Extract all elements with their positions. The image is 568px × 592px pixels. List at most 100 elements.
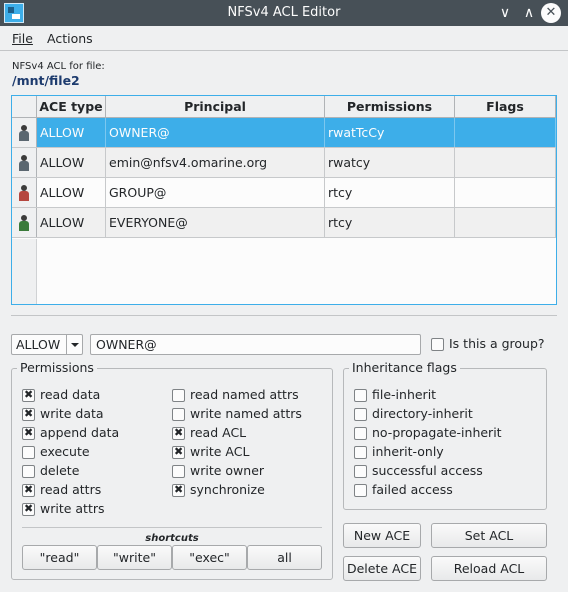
header-ace-type[interactable]: ACE type — [37, 96, 106, 118]
cell-ace-type: ALLOW — [37, 118, 106, 147]
cell-ace-type: ALLOW — [37, 148, 106, 177]
no-propagate-inherit-checkbox[interactable] — [354, 427, 367, 440]
menu-file[interactable]: File — [12, 31, 33, 46]
cell-permissions: rwatcy — [325, 148, 455, 177]
inheritance-title: Inheritance flags — [349, 360, 460, 375]
execute-label: execute — [40, 444, 90, 459]
cell-ace-type: ALLOW — [37, 208, 106, 237]
delete-checkbox[interactable] — [22, 465, 35, 478]
header-flags[interactable]: Flags — [455, 96, 556, 118]
reload-acl-button[interactable]: Reload ACL — [431, 556, 547, 581]
file-inherit-label: file-inherit — [372, 387, 437, 402]
table-row[interactable]: ALLOW OWNER@ rwatTcCy — [12, 118, 556, 148]
delete-ace-button[interactable]: Delete ACE — [343, 556, 421, 581]
no-propagate-inherit-label: no-propagate-inherit — [372, 425, 502, 440]
read-attrs-label: read attrs — [40, 482, 102, 497]
cell-permissions: rtcy — [325, 178, 455, 207]
table-row[interactable]: ALLOW emin@nfsv4.omarine.org rwatcy — [12, 148, 556, 178]
row-header[interactable] — [12, 118, 37, 147]
cell-flags — [455, 118, 556, 147]
row-header[interactable] — [12, 148, 37, 177]
shortcut-all-button[interactable]: all — [247, 545, 322, 570]
cell-permissions: rwatTcCy — [325, 118, 455, 147]
write-owner-label: write owner — [190, 463, 265, 478]
is-group-checkbox[interactable] — [431, 338, 444, 351]
menu-bar: File Actions — [0, 27, 568, 51]
group-icon — [19, 185, 29, 201]
cell-principal: OWNER@ — [106, 118, 325, 147]
successful-access-label: successful access — [372, 463, 483, 478]
menu-file-label: File — [12, 31, 33, 46]
file-path: /mnt/file2 — [12, 73, 80, 88]
header-principal[interactable]: Principal — [106, 96, 325, 118]
write-acl-label: write ACL — [190, 444, 250, 459]
table-row[interactable]: ALLOW GROUP@ rtcy — [12, 178, 556, 208]
successful-access-checkbox[interactable] — [354, 465, 367, 478]
cell-flags — [455, 178, 556, 207]
principal-input[interactable] — [90, 334, 421, 355]
cell-flags — [455, 208, 556, 237]
ace-type-value: ALLOW — [16, 337, 61, 352]
shortcuts-title: shortcuts — [145, 533, 199, 544]
cell-principal: GROUP@ — [106, 178, 325, 207]
directory-inherit-checkbox[interactable] — [354, 408, 367, 421]
failed-access-label: failed access — [372, 482, 453, 497]
shortcuts-separator — [22, 527, 322, 528]
write-named-attrs-label: write named attrs — [190, 406, 302, 421]
new-ace-button[interactable]: New ACE — [343, 523, 421, 548]
read-named-attrs-label: read named attrs — [190, 387, 299, 402]
shortcut-exec-button[interactable]: "exec" — [172, 545, 247, 570]
write-attrs-checkbox[interactable] — [22, 502, 35, 516]
minimize-icon[interactable]: ∨ — [494, 2, 516, 24]
write-acl-checkbox[interactable] — [172, 445, 185, 459]
read-acl-checkbox[interactable] — [172, 426, 185, 440]
is-group-label: Is this a group? — [449, 336, 545, 351]
synchronize-checkbox[interactable] — [172, 483, 185, 497]
header-permissions[interactable]: Permissions — [325, 96, 455, 118]
read-acl-label: read ACL — [190, 425, 247, 440]
ace-type-select[interactable]: ALLOW — [11, 334, 83, 355]
owner-icon — [19, 125, 29, 141]
maximize-icon[interactable]: ∧ — [518, 2, 540, 24]
separator — [11, 315, 557, 316]
window-title: NFSv4 ACL Editor — [227, 5, 341, 20]
inherit-only-checkbox[interactable] — [354, 446, 367, 459]
write-data-label: write data — [40, 406, 104, 421]
cell-principal: emin@nfsv4.omarine.org — [106, 148, 325, 177]
append-data-checkbox[interactable] — [22, 426, 35, 440]
failed-access-checkbox[interactable] — [354, 484, 367, 497]
inherit-only-label: inherit-only — [372, 444, 444, 459]
ace-table[interactable]: ACE type Principal Permissions Flags ALL… — [11, 95, 557, 305]
write-owner-checkbox[interactable] — [172, 465, 185, 478]
chevron-down-icon[interactable] — [66, 335, 82, 354]
row-header[interactable] — [12, 178, 37, 207]
shortcut-read-button[interactable]: "read" — [22, 545, 97, 570]
user-icon — [19, 155, 29, 171]
read-named-attrs-checkbox[interactable] — [172, 389, 185, 402]
menu-actions-label: Actions — [47, 31, 93, 46]
write-named-attrs-checkbox[interactable] — [172, 408, 185, 421]
read-data-label: read data — [40, 387, 101, 402]
table-row[interactable]: ALLOW EVERYONE@ rtcy — [12, 208, 556, 238]
row-header-filler — [12, 239, 37, 304]
cell-ace-type: ALLOW — [37, 178, 106, 207]
close-icon[interactable]: ✕ — [541, 3, 561, 23]
title-bar: NFSv4 ACL Editor ∨ ∧ ✕ — [0, 0, 568, 26]
write-data-checkbox[interactable] — [22, 407, 35, 421]
append-data-label: append data — [40, 425, 120, 440]
permissions-title: Permissions — [17, 360, 97, 375]
read-attrs-checkbox[interactable] — [22, 483, 35, 497]
cell-permissions: rtcy — [325, 208, 455, 237]
execute-checkbox[interactable] — [22, 446, 35, 459]
file-caption: NFSv4 ACL for file: — [12, 61, 105, 72]
row-header[interactable] — [12, 208, 37, 237]
delete-label: delete — [40, 463, 80, 478]
read-data-checkbox[interactable] — [22, 388, 35, 402]
set-acl-button[interactable]: Set ACL — [431, 523, 547, 548]
menu-actions[interactable]: Actions — [47, 31, 93, 46]
everyone-icon — [19, 215, 29, 231]
file-inherit-checkbox[interactable] — [354, 389, 367, 402]
shortcut-write-button[interactable]: "write" — [97, 545, 172, 570]
table-corner — [12, 96, 37, 118]
synchronize-label: synchronize — [190, 482, 265, 497]
